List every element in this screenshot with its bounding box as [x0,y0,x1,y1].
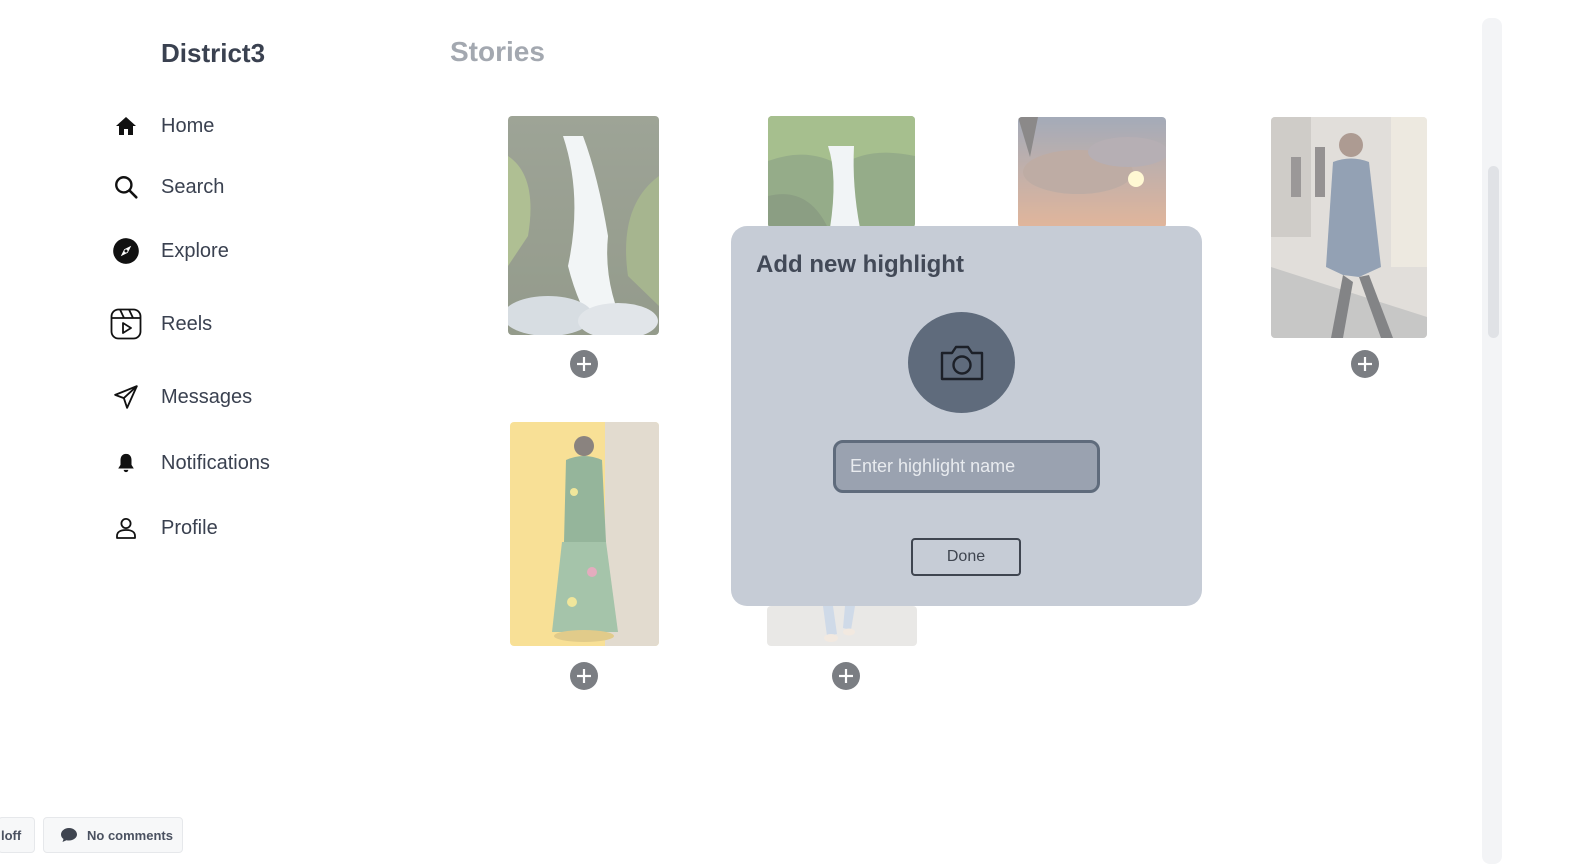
plus-icon [577,669,591,683]
modal-title: Add new highlight [756,251,964,278]
scrollbar-thumb[interactable] [1488,166,1499,338]
home-icon [110,110,142,142]
story-thumbnail-fashion-runway[interactable] [510,422,659,646]
comments-chip[interactable]: No comments [43,817,183,853]
sidebar-item-explore[interactable]: Explore [110,234,229,268]
compass-icon [110,235,142,267]
plus-icon [839,669,853,683]
sidebar-item-notifications[interactable]: Notifications [110,446,270,480]
upload-photo-button[interactable] [908,312,1015,413]
add-story-button[interactable] [832,662,860,690]
sidebar-item-reels[interactable]: Reels [110,307,212,341]
story-thumbnail-man-in-coat[interactable] [1271,117,1427,338]
story-thumbnail-waterfall[interactable] [508,116,659,335]
scrollbar-track[interactable] [1482,18,1502,864]
plus-icon [577,357,591,371]
done-button[interactable]: Done [911,538,1021,576]
sidebar-item-label: Notifications [161,451,270,474]
add-story-button[interactable] [1351,350,1379,378]
sidebar-item-search[interactable]: Search [110,170,224,204]
sidebar-item-profile[interactable]: Profile [110,511,218,545]
paper-plane-icon [110,381,142,413]
sidebar-item-label: Home [161,114,215,137]
comments-label: No comments [87,827,173,843]
brand-logo[interactable]: District3 [161,38,265,69]
bell-icon [110,447,142,479]
sidebar-item-label: Reels [161,312,213,335]
app-page: District3 Home Search Explore Reels Mess… [0,0,1572,864]
sidebar-item-label: Profile [161,516,218,539]
author-chip[interactable]: loff [0,817,35,853]
camera-icon [940,345,983,380]
sidebar-item-messages[interactable]: Messages [110,380,252,414]
story-thumbnail-walking-legs[interactable] [767,606,917,646]
highlight-name-input[interactable] [833,440,1100,493]
comment-bubble-icon [60,827,78,843]
reels-icon [110,308,142,340]
user-icon [110,512,142,544]
search-icon [110,171,142,203]
page-title: Stories [450,36,545,67]
add-highlight-modal: Add new highlight Done [731,226,1202,606]
story-thumbnail-forest-waterfall[interactable] [768,116,915,228]
add-story-button[interactable] [570,350,598,378]
sidebar-item-label: Search [161,175,225,198]
plus-icon [1358,357,1372,371]
sidebar-item-label: Messages [161,385,253,408]
add-story-button[interactable] [570,662,598,690]
sidebar-item-label: Explore [161,239,229,262]
sidebar-item-home[interactable]: Home [110,109,214,143]
author-chip-label: loff [1,827,22,843]
story-thumbnail-sunset-sky[interactable] [1018,117,1166,228]
